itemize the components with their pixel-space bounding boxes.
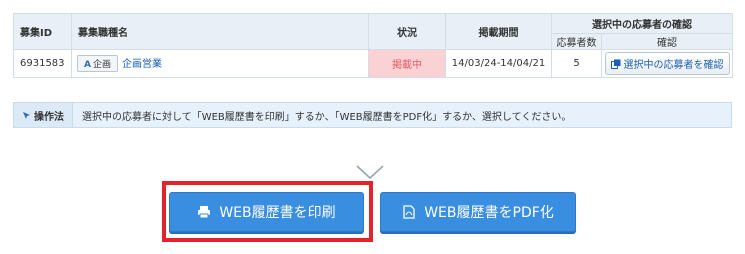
cell-applicant-count: 5 — [551, 49, 602, 78]
cell-period: 14/03/24-14/04/21 — [445, 49, 552, 78]
tag-label: 企画 — [92, 60, 111, 71]
chevron-down-icon — [356, 165, 384, 180]
status-badge: 掲載中 — [368, 49, 446, 78]
cell-job-title: A 企画 企画営業 — [71, 49, 369, 78]
job-category-tag: A 企画 — [77, 55, 118, 73]
pdf-resume-button[interactable]: WEB履歴書をPDF化 — [380, 192, 576, 232]
cell-confirm: 選択中の応募者を確認 — [601, 49, 733, 78]
header-job-title: 募集職種名 — [71, 13, 369, 50]
header-id: 募集ID — [13, 13, 72, 50]
instruction-label: 操作法 — [14, 103, 73, 127]
job-title-link[interactable]: 企画営業 — [122, 59, 162, 70]
copy-icon — [610, 59, 620, 69]
tag-letter: A — [84, 60, 91, 71]
job-table: 募集ID 募集職種名 状況 掲載期間 選択中の応募者の確認 応募者数 確認 69… — [13, 13, 733, 78]
instruction-text: 選択中の応募者に対して「WEB履歴書を印刷」するか、「WEB履歴書をPDF化」す… — [82, 111, 572, 123]
confirm-applicants-button[interactable]: 選択中の応募者を確認 — [604, 52, 730, 75]
header-confirm: 確認 — [601, 33, 733, 50]
instruction-bar: 操作法 選択中の応募者に対して「WEB履歴書を印刷」するか、「WEB履歴書をPD… — [13, 102, 732, 128]
pdf-button-label: WEB履歴書をPDF化 — [424, 205, 554, 221]
header-status: 状況 — [368, 13, 446, 50]
table-row: 6931583 A 企画 企画営業 掲載中 14/03/24-14/04/21 5 … — [13, 49, 733, 78]
instruction-label-text: 操作法 — [34, 111, 64, 123]
cell-id: 6931583 — [13, 49, 72, 78]
header-confirm-group: 選択中の応募者の確認 — [551, 13, 733, 34]
pointer-icon — [23, 111, 30, 119]
header-period: 掲載期間 — [445, 13, 552, 50]
header-applicant-count: 応募者数 — [551, 33, 602, 50]
print-button-label: WEB履歴書を印刷 — [219, 205, 336, 221]
print-resume-button[interactable]: WEB履歴書を印刷 — [169, 192, 364, 232]
confirm-button-label: 選択中の応募者を確認 — [623, 60, 724, 71]
pdf-icon — [403, 205, 415, 219]
printer-icon — [198, 206, 211, 219]
